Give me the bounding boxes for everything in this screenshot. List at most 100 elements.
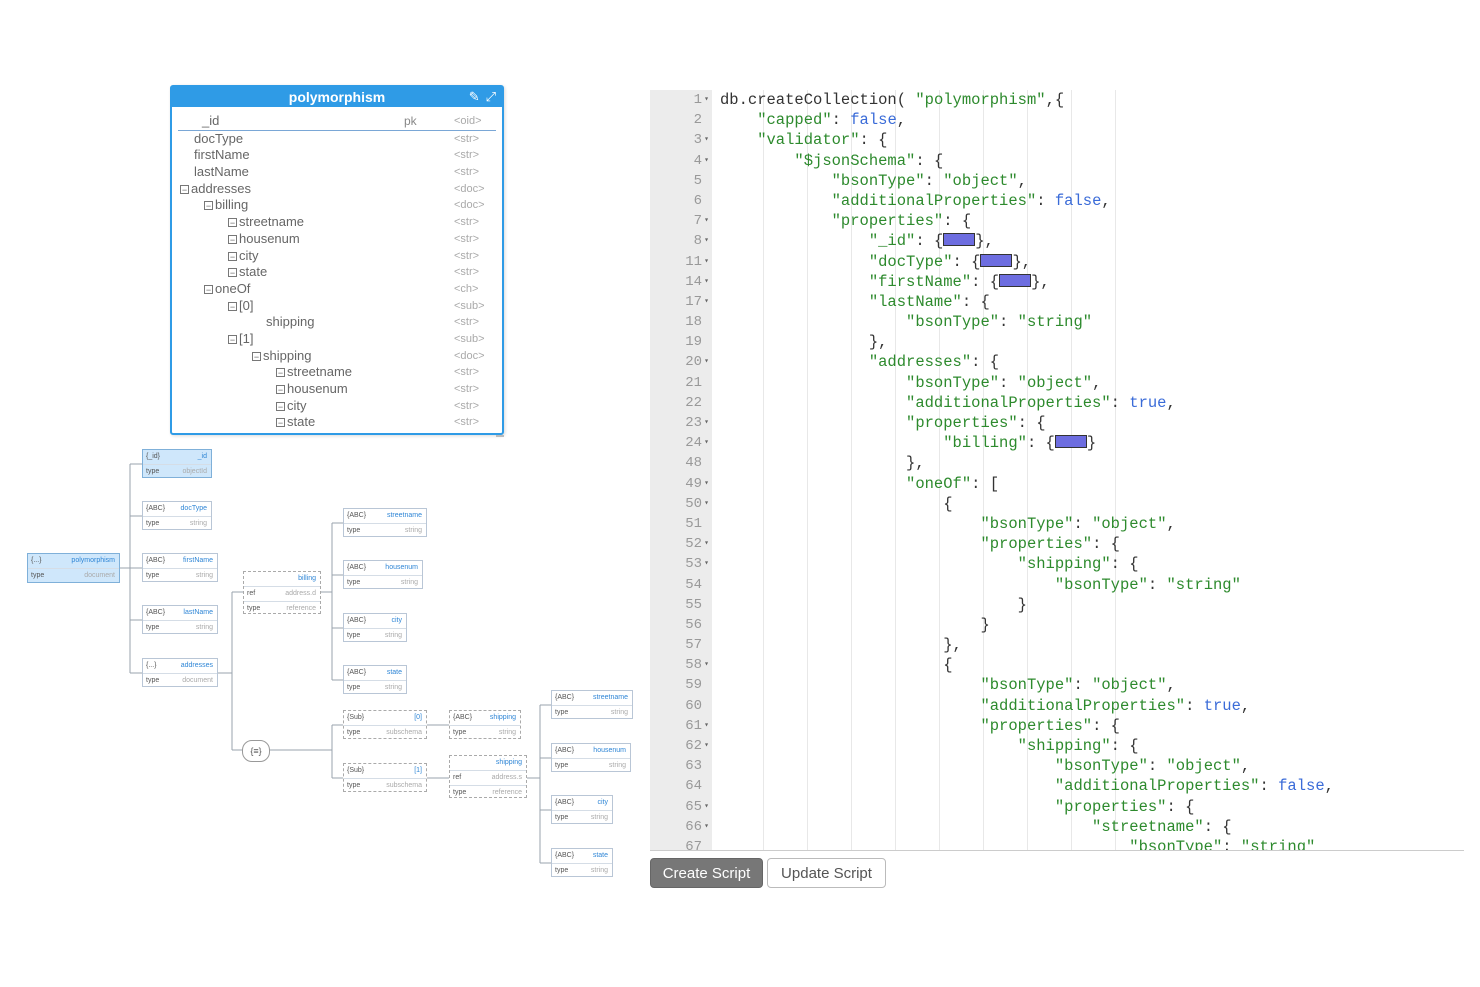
fold-arrow-icon[interactable]: ▾ (704, 534, 709, 554)
collapse-toggle-icon[interactable]: − (204, 284, 213, 294)
collapse-toggle-icon[interactable]: − (276, 418, 285, 428)
fold-arrow-icon[interactable]: ▾ (704, 130, 709, 150)
tree-node-sub1[interactable]: {Sub} [1] type subschema (343, 763, 427, 792)
script-editor[interactable]: 1 ▾ 2 3 ▾ 4 ▾ 5 6 7 ▾ 8 ▾ 11 ▾ 14 ▾ 17 ▾ 18 19 20 ▾ 21 22 23 ▾ 24 ▾ 4… (650, 90, 1464, 851)
code-line[interactable]: "bsonType": "object", (720, 373, 1464, 393)
fold-widget-icon[interactable] (980, 253, 1013, 267)
tree-node-streetname[interactable]: {ABC} streetname type string (343, 508, 427, 537)
tree-node-sub0[interactable]: {Sub} [0] type subschema (343, 710, 427, 739)
collapse-toggle-icon[interactable]: − (276, 368, 285, 378)
code-line[interactable]: "bsonType": "string" (720, 312, 1464, 332)
tree-node-shipping-ref[interactable]: shipping ref address.s type reference (449, 755, 527, 798)
tree-node-city[interactable]: {ABC} city type string (343, 613, 407, 642)
tree-root-node[interactable]: {...} polymorphism type document (27, 553, 120, 583)
entity-field-row[interactable]: − city <str> (172, 398, 502, 415)
code-line[interactable]: "firstName": {}, (720, 272, 1464, 292)
code-line[interactable]: }, (720, 453, 1464, 473)
update-script-button[interactable]: Update Script (767, 858, 886, 888)
tree-node-shipping-str[interactable]: {ABC} shipping type string (449, 710, 521, 739)
entity-field-row[interactable]: − addresses <doc> (172, 181, 502, 198)
collapse-toggle-icon[interactable]: − (228, 251, 237, 261)
fold-widget-icon[interactable] (1054, 435, 1087, 449)
expand-icon[interactable]: ⤢ (486, 89, 496, 104)
tree-node-lastname[interactable]: {ABC} lastName type string (142, 605, 218, 634)
tree-node-s-state[interactable]: {ABC} state type string (551, 848, 613, 877)
fold-arrow-icon[interactable]: ▾ (704, 211, 709, 231)
collapse-toggle-icon[interactable]: − (180, 184, 189, 194)
code-line[interactable]: "bsonType": "object", (720, 675, 1464, 695)
fold-arrow-icon[interactable]: ▾ (704, 433, 709, 453)
pencil-icon[interactable]: ✎ (469, 89, 480, 104)
entity-field-row[interactable]: firstName <str> (172, 147, 502, 164)
tree-node-s-housenum[interactable]: {ABC} housenum type string (551, 743, 631, 772)
fold-arrow-icon[interactable]: ▾ (704, 716, 709, 736)
fold-arrow-icon[interactable]: ▾ (704, 252, 709, 272)
entity-box[interactable]: polymorphism ✎ ⤢ _id pk <oid> docType <str> fi… (170, 85, 504, 437)
code-line[interactable]: "properties": { (720, 413, 1464, 433)
fold-arrow-icon[interactable]: ▾ (704, 797, 709, 817)
code-line[interactable]: } (720, 615, 1464, 635)
code-line[interactable]: "lastName": { (720, 292, 1464, 312)
collapse-toggle-icon[interactable]: − (228, 218, 237, 228)
fold-arrow-icon[interactable]: ▾ (704, 413, 709, 433)
entity-field-row[interactable]: − streetname <str> (172, 214, 502, 231)
resize-handle[interactable] (496, 432, 504, 437)
fold-arrow-icon[interactable]: ▾ (704, 90, 709, 110)
entity-header[interactable]: polymorphism ✎ ⤢ (172, 87, 502, 107)
code-line[interactable]: "streetname": { (720, 817, 1464, 837)
entity-field-row[interactable]: − [1] <sub> (172, 331, 502, 348)
collapse-toggle-icon[interactable]: − (228, 301, 237, 311)
code-line[interactable]: "bsonType": "object", (720, 756, 1464, 776)
entity-field-row[interactable]: lastName <str> (172, 164, 502, 181)
entity-field-row[interactable]: − housenum <str> (172, 381, 502, 398)
code-line[interactable]: }, (720, 332, 1464, 352)
code-line[interactable]: "additionalProperties": true, (720, 696, 1464, 716)
fold-arrow-icon[interactable]: ▾ (704, 151, 709, 171)
fold-widget-icon[interactable] (943, 233, 976, 247)
entity-field-row[interactable]: − shipping <doc> (172, 348, 502, 365)
tree-node-state[interactable]: {ABC} state type string (343, 665, 407, 694)
code-line[interactable]: "$jsonSchema": { (720, 151, 1464, 171)
fold-arrow-icon[interactable]: ▾ (704, 231, 709, 251)
code-line[interactable]: "shipping": { (720, 736, 1464, 756)
code-line[interactable]: "oneOf": [ (720, 474, 1464, 494)
entity-field-row[interactable]: − billing <doc> (172, 197, 502, 214)
collapse-toggle-icon[interactable]: − (228, 334, 237, 344)
fold-arrow-icon[interactable]: ▾ (704, 352, 709, 372)
code-line[interactable]: }, (720, 635, 1464, 655)
fold-arrow-icon[interactable]: ▾ (704, 272, 709, 292)
code-line[interactable]: "bsonType": "string" (720, 837, 1464, 850)
fold-arrow-icon[interactable]: ▾ (704, 554, 709, 574)
fold-arrow-icon[interactable]: ▾ (704, 736, 709, 756)
entity-field-row[interactable]: − state <str> (172, 414, 502, 431)
choice-node[interactable]: {≡} (242, 740, 270, 762)
fold-arrow-icon[interactable]: ▾ (704, 474, 709, 494)
code-line[interactable]: "properties": { (720, 211, 1464, 231)
tree-node-doctype[interactable]: {ABC} docType type string (142, 501, 212, 530)
code-line[interactable]: "capped": false, (720, 110, 1464, 130)
code-line[interactable]: "properties": { (720, 716, 1464, 736)
entity-field-row[interactable]: − streetname <str> (172, 364, 502, 381)
code-line[interactable]: { (720, 494, 1464, 514)
entity-field-row[interactable]: _id pk <oid> (178, 113, 496, 131)
code-line[interactable]: "_id": {}, (720, 231, 1464, 251)
fold-widget-icon[interactable] (999, 273, 1032, 287)
code-line[interactable]: "validator": { (720, 130, 1464, 150)
code-line[interactable]: db.createCollection( "polymorphism",{ (720, 90, 1464, 110)
entity-field-row[interactable]: docType <str> (172, 131, 502, 148)
collapse-toggle-icon[interactable]: − (276, 401, 285, 411)
collapse-toggle-icon[interactable]: − (228, 268, 237, 278)
code-line[interactable]: "docType": {}, (720, 252, 1464, 272)
code-line[interactable]: { (720, 655, 1464, 675)
tree-node-s-city[interactable]: {ABC} city type string (551, 795, 613, 824)
entity-field-row[interactable]: − city <str> (172, 248, 502, 265)
tree-node-billing[interactable]: billing ref address.d type reference (243, 571, 321, 614)
fold-arrow-icon[interactable]: ▾ (704, 655, 709, 675)
code-line[interactable]: "additionalProperties": true, (720, 393, 1464, 413)
fold-arrow-icon[interactable]: ▾ (704, 817, 709, 837)
code-content[interactable]: db.createCollection( "polymorphism",{ "c… (720, 90, 1464, 850)
code-line[interactable]: "properties": { (720, 534, 1464, 554)
code-line[interactable]: "bsonType": "string" (720, 575, 1464, 595)
collapse-toggle-icon[interactable]: − (204, 201, 213, 211)
collapse-toggle-icon[interactable]: − (228, 234, 237, 244)
